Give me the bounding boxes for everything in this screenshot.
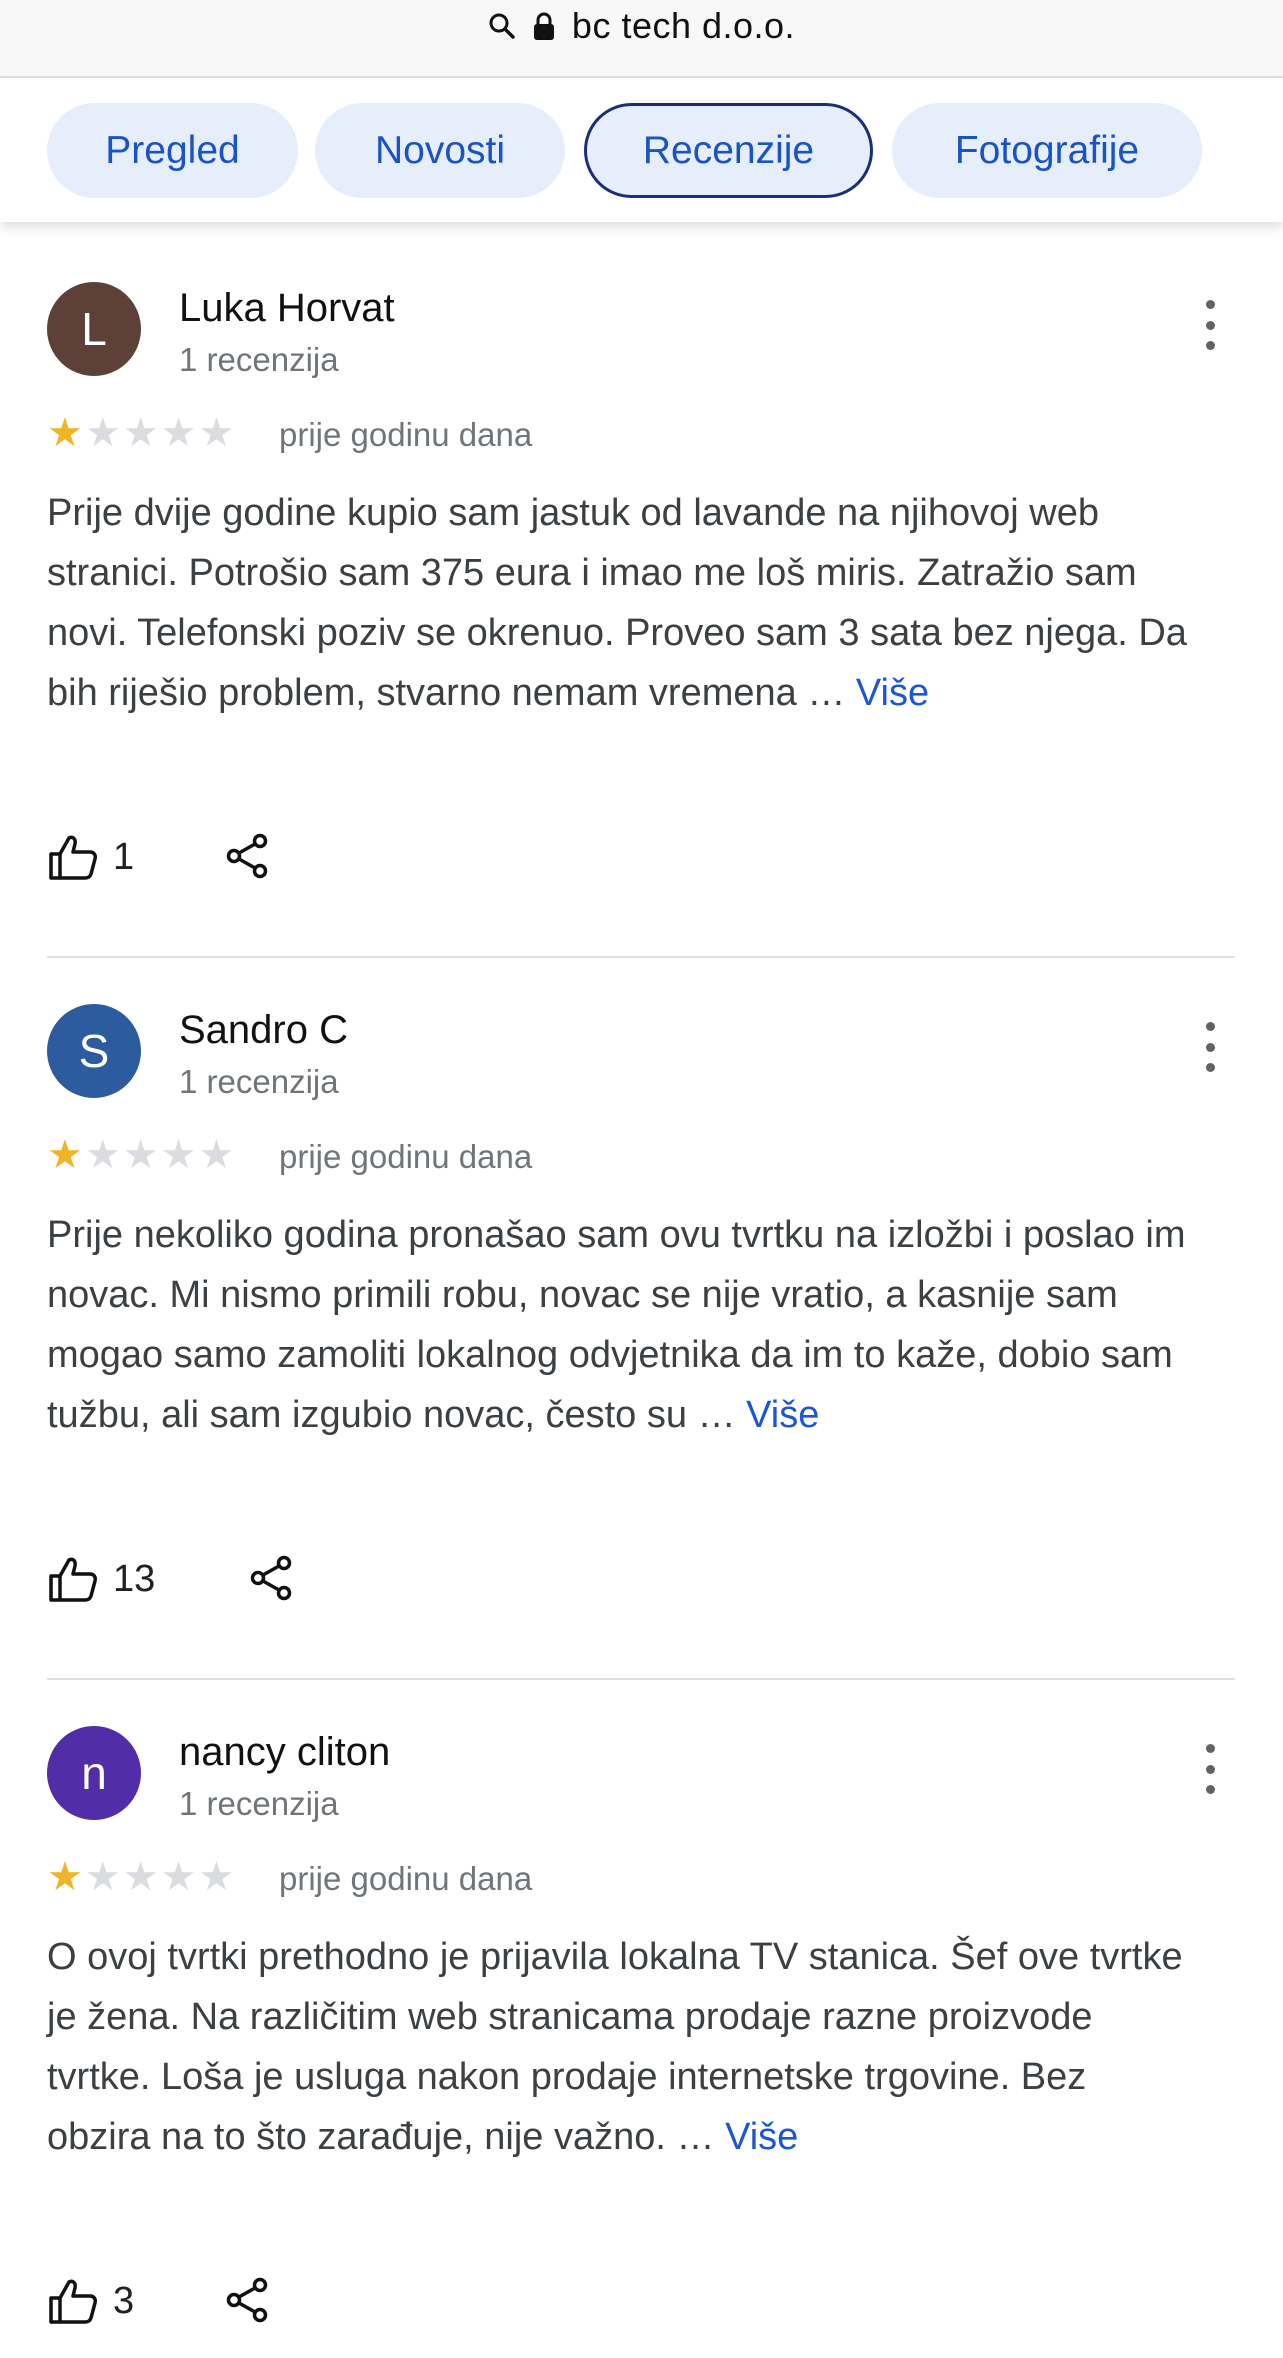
thumbs-up-icon — [49, 835, 97, 880]
star-empty-icon: ★ — [160, 1133, 197, 1177]
tab-novosti[interactable]: Novosti — [315, 103, 565, 198]
reviewer-name[interactable]: Luka Horvat — [179, 286, 395, 331]
star-empty-icon: ★ — [84, 411, 121, 455]
url-display[interactable]: bc tech d.o.o. — [488, 5, 796, 46]
star-empty-icon: ★ — [198, 411, 235, 455]
more-options-icon[interactable] — [1196, 1744, 1224, 1794]
like-count: 3 — [113, 2279, 135, 2322]
reviewer-name[interactable]: nancy cliton — [179, 1730, 390, 1775]
tab-pregled[interactable]: Pregled — [47, 103, 298, 198]
search-icon — [488, 10, 516, 42]
avatar[interactable]: L — [47, 282, 141, 376]
star-rating: ★ ★ ★ ★ ★ — [47, 413, 234, 453]
review-body: Prije dvije godine kupio sam jastuk od l… — [47, 492, 1187, 714]
review-body: Prije nekoliko godina pronašao sam ovu t… — [47, 1214, 1186, 1436]
star-rating: ★ ★ ★ ★ ★ — [47, 1135, 234, 1175]
star-empty-icon: ★ — [198, 1855, 235, 1899]
review-text: O ovoj tvrtki prethodno je prijavila lok… — [47, 1927, 1197, 2167]
reviewer-review-count: 1 recenzija — [179, 1063, 339, 1100]
tab-recenzije[interactable]: Recenzije — [584, 103, 873, 198]
review-date: prije godinu dana — [279, 416, 533, 453]
reviewer-review-count: 1 recenzija — [179, 1785, 339, 1822]
like-count: 13 — [113, 1557, 156, 1600]
more-options-icon[interactable] — [1196, 300, 1224, 350]
star-empty-icon: ★ — [160, 1855, 197, 1899]
share-icon[interactable] — [224, 2276, 272, 2324]
star-empty-icon: ★ — [84, 1133, 121, 1177]
url-text: bc tech d.o.o. — [571, 5, 796, 46]
star-filled-icon: ★ — [47, 411, 83, 455]
avatar[interactable]: n — [47, 1726, 141, 1820]
read-more-link[interactable]: Više — [725, 2116, 798, 2158]
star-empty-icon: ★ — [122, 1133, 159, 1177]
tab-bar: Pregled Novosti Recenzije Fotografije — [0, 80, 1283, 222]
thumbs-up-icon — [49, 2279, 97, 2324]
thumbs-up-icon — [49, 1557, 97, 1602]
read-more-link[interactable]: Više — [746, 1394, 819, 1436]
star-rating: ★ ★ ★ ★ ★ — [47, 1857, 234, 1897]
divider — [47, 956, 1235, 958]
like-button[interactable]: 13 — [47, 1554, 155, 1604]
like-count: 1 — [113, 835, 135, 878]
star-empty-icon: ★ — [122, 1855, 159, 1899]
like-button[interactable]: 1 — [47, 832, 134, 882]
avatar[interactable]: S — [47, 1004, 141, 1098]
more-options-icon[interactable] — [1196, 1022, 1224, 1072]
like-button[interactable]: 3 — [47, 2276, 134, 2326]
review-date: prije godinu dana — [279, 1860, 533, 1897]
review-date: prije godinu dana — [279, 1138, 533, 1175]
read-more-link[interactable]: Više — [856, 672, 929, 714]
review-text: Prije dvije godine kupio sam jastuk od l… — [47, 483, 1197, 723]
divider — [47, 1678, 1235, 1680]
review-body: O ovoj tvrtki prethodno je prijavila lok… — [47, 1936, 1183, 2158]
review-text: Prije nekoliko godina pronašao sam ovu t… — [47, 1205, 1197, 1445]
star-empty-icon: ★ — [160, 411, 197, 455]
reviewer-name[interactable]: Sandro C — [179, 1008, 348, 1053]
browser-address-bar[interactable]: bc tech d.o.o. — [0, 0, 1283, 78]
star-filled-icon: ★ — [47, 1855, 83, 1899]
star-empty-icon: ★ — [122, 411, 159, 455]
star-filled-icon: ★ — [47, 1133, 83, 1177]
lock-icon — [530, 10, 558, 42]
reviewer-review-count: 1 recenzija — [179, 341, 339, 378]
share-icon[interactable] — [224, 832, 272, 880]
star-empty-icon: ★ — [198, 1133, 235, 1177]
star-empty-icon: ★ — [84, 1855, 121, 1899]
share-icon[interactable] — [248, 1554, 296, 1602]
tab-fotografije[interactable]: Fotografije — [892, 103, 1202, 198]
